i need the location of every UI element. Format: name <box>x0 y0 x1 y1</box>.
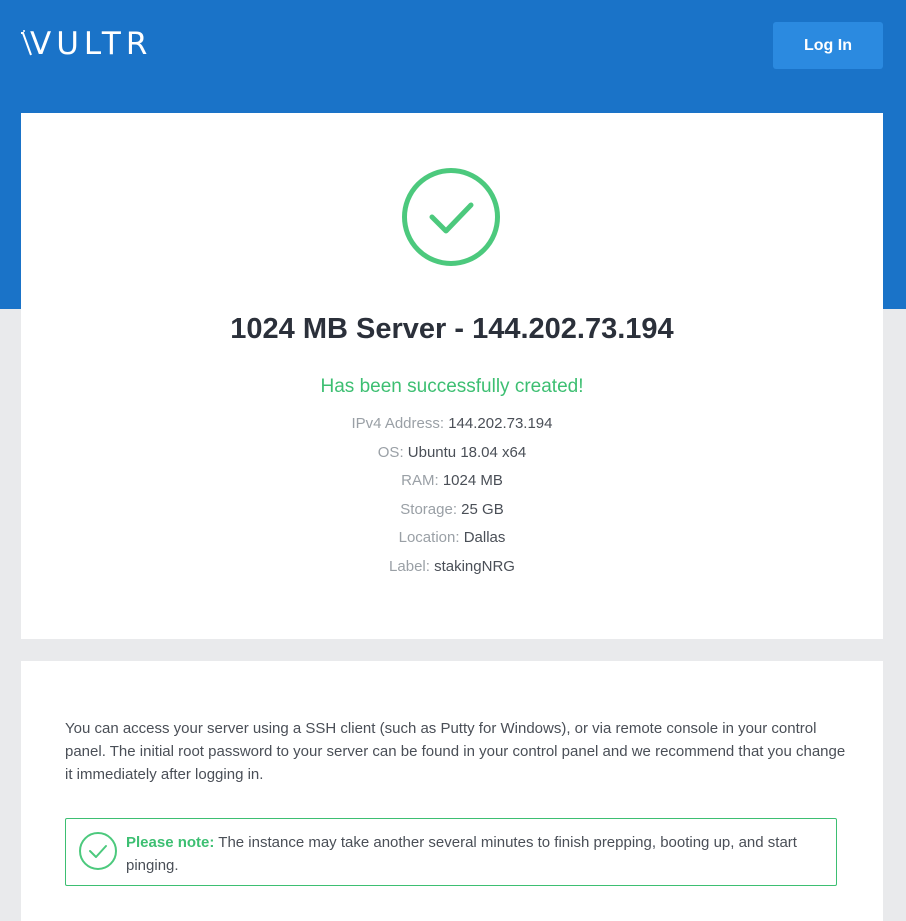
detail-label: Label: <box>389 557 430 575</box>
note-callout: Please note: The instance may take anoth… <box>65 818 837 886</box>
detail-value: 1024 MB <box>442 472 503 489</box>
detail-label: IPv4 Address: <box>351 415 445 432</box>
server-details-list: IPv4 Address: 144.202.73.194 OS: Ubuntu … <box>21 414 883 585</box>
logo-text: VULTR <box>30 26 153 62</box>
access-info-text: You can access your server using a SSH c… <box>65 720 846 783</box>
note-text: Please note: The instance may take anoth… <box>126 831 826 877</box>
detail-label: Storage: <box>400 500 457 518</box>
detail-label-field: Label: stakingNRG <box>21 557 883 586</box>
detail-label: OS: <box>377 443 404 461</box>
detail-os: OS: Ubuntu 18.04 x64 <box>21 443 883 472</box>
check-circle-icon <box>79 832 117 870</box>
success-message: Has been successfully created! <box>320 376 584 397</box>
server-created-card: 1024 MB Server - 144.202.73.194 Has been… <box>21 113 883 639</box>
detail-ipv4: IPv4 Address: 144.202.73.194 <box>21 414 883 443</box>
detail-location: Location: Dallas <box>21 528 883 557</box>
detail-value: Dallas <box>463 529 506 546</box>
detail-ram: RAM: 1024 MB <box>21 471 883 500</box>
detail-label: Location: <box>398 529 460 546</box>
page-title: 1024 MB Server - 144.202.73.194 <box>230 313 674 345</box>
check-circle-icon <box>402 168 500 266</box>
detail-storage: Storage: 25 GB <box>21 500 883 529</box>
detail-value: stakingNRG <box>434 557 515 575</box>
login-button[interactable]: Log In <box>773 22 883 69</box>
access-info-card: You can access your server using a SSH c… <box>21 661 883 921</box>
note-label: Please note: <box>126 834 215 851</box>
detail-value: 144.202.73.194 <box>448 415 553 432</box>
note-body: The instance may take another several mi… <box>126 834 797 874</box>
detail-value: Ubuntu 18.04 x64 <box>407 443 527 461</box>
detail-label: RAM: <box>401 472 439 489</box>
detail-value: 25 GB <box>461 500 504 518</box>
vultr-logo[interactable]: VULTR <box>20 27 152 61</box>
